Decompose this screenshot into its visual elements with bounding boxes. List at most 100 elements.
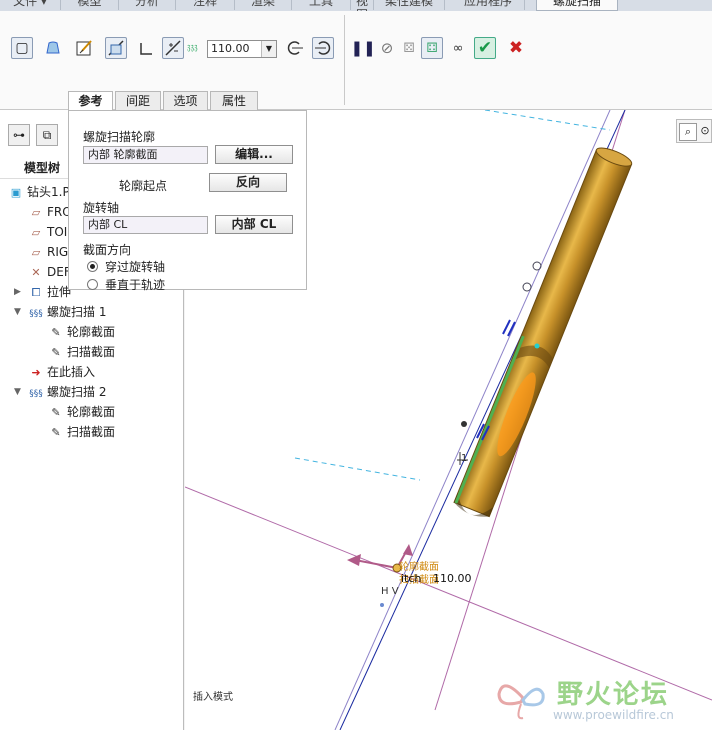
pitch-dimension[interactable]: 110.00 [433, 572, 472, 585]
refit-icon: ⊙ [700, 124, 710, 137]
tab-pitch[interactable]: 间距 [115, 91, 161, 110]
drill-body [453, 147, 633, 518]
axis-line [334, 110, 611, 730]
surface-icon [46, 41, 60, 54]
tab-references[interactable]: 参考 [68, 91, 113, 111]
pitch-dropdown-arrow-icon[interactable]: ▼ [261, 41, 276, 57]
tab-annotate[interactable]: 注释 [176, 0, 235, 10]
view-toolbar: ⌕ ⊙ [676, 119, 712, 143]
tree-item-profile-section-2[interactable]: ✎ 轮廓截面 [48, 403, 115, 421]
flip-button[interactable]: 反向 [209, 173, 287, 192]
tab-render[interactable]: 渲染 [235, 0, 292, 10]
sketch-icon: ✎ [51, 426, 61, 439]
extrude-icon: ⧠ [31, 286, 41, 299]
preview-button[interactable]: ⚄ [398, 37, 420, 59]
tab-properties[interactable]: 属性 [210, 91, 258, 110]
helix-point-marker [532, 261, 542, 271]
axis-value: 内部 CL [88, 218, 128, 231]
helical-icon: §§§ [29, 309, 43, 319]
radio-through-axis-label[interactable]: 穿过旋转轴 [105, 258, 165, 275]
tree-item-profile-section[interactable]: ✎ 轮廓截面 [48, 323, 115, 341]
tree-item-helical-sweep-1[interactable]: §§§ 螺旋扫描 1 [28, 303, 106, 321]
radio-through-axis[interactable] [87, 261, 98, 272]
surface-button[interactable] [42, 37, 64, 59]
layers-icon: ⧉ [42, 128, 52, 142]
left-hand-button[interactable] [284, 37, 306, 59]
sketch-icon: ✎ [51, 326, 61, 339]
tree-item-part[interactable]: ▣ 钻头1.P [8, 183, 70, 201]
tree-item-insert-here[interactable]: ➜ 在此插入 [28, 363, 95, 381]
tree-item-right[interactable]: ▱ RIG [28, 243, 68, 261]
solid-button[interactable]: ▢ [11, 37, 33, 59]
tab-options[interactable]: 选项 [163, 91, 208, 110]
sketch-icon [76, 40, 92, 56]
pitch-input[interactable]: 110.00 ▼ [207, 40, 277, 58]
solid-icon: ▢ [15, 40, 29, 56]
tree-item-helical-sweep-2[interactable]: §§§ 螺旋扫描 2 [28, 383, 106, 401]
verify-icon: ⚃ [426, 40, 438, 56]
axis-collector[interactable]: 内部 CL [83, 216, 208, 234]
tab-flexible-modeling[interactable]: 柔性建模 [374, 0, 445, 10]
tree-item-sweep-section-2[interactable]: ✎ 扫描截面 [48, 423, 115, 441]
pitch-flip-button[interactable] [162, 37, 184, 59]
plane-icon: ▱ [31, 226, 41, 239]
model-tree-tab[interactable]: ⊶ [8, 124, 30, 146]
pitch-prefix-label: itch [401, 572, 422, 585]
tree-icon: ⊶ [13, 128, 25, 142]
remove-material-button[interactable] [105, 37, 127, 59]
ok-button[interactable]: ✔ [474, 37, 496, 59]
glasses-preview-button[interactable]: ∞ [447, 37, 469, 59]
verify-button[interactable]: ⚃ [421, 37, 443, 59]
sketch-icon: ✎ [51, 406, 61, 419]
tree-item-extrude[interactable]: ⧠ 拉伸 [28, 283, 71, 301]
tree-item-label: 钻头1.P [27, 185, 70, 199]
tree-item-top[interactable]: ▱ TOI [28, 223, 68, 241]
references-panel: 螺旋扫描轮廓 内部 轮廓截面 编辑... 轮廓起点 反向 旋转轴 内部 CL 内… [68, 110, 307, 293]
right-hand-button[interactable] [312, 37, 334, 59]
right-hand-helix-icon [315, 41, 331, 55]
radio-normal-to-trajectory[interactable] [87, 279, 98, 290]
no-preview-icon: ⊘ [380, 39, 394, 57]
tab-model[interactable]: 模型 [61, 0, 119, 10]
status-text: 插入模式 [193, 692, 233, 703]
tab-tools[interactable]: 工具 [292, 0, 351, 10]
no-preview-button[interactable]: ⊘ [376, 37, 398, 59]
zoom-button[interactable]: ⌕ [679, 123, 697, 141]
tree-item-label: 扫描截面 [67, 425, 116, 439]
tab-helical-sweep[interactable]: 螺旋扫描 [536, 0, 618, 11]
close-icon: ✖ [508, 38, 524, 58]
pitch-icon: 𝔷𝔷𝔷 [187, 42, 198, 53]
repaint-button[interactable]: ⊙ [697, 123, 712, 139]
cancel-button[interactable]: ✖ [505, 37, 527, 59]
pause-button[interactable]: ❚❚ [350, 37, 375, 59]
helix-point-marker [461, 421, 467, 427]
left-hand-helix-icon [287, 41, 303, 55]
tree-item-label: 螺旋扫描 1 [47, 305, 107, 319]
thicken-button[interactable] [135, 37, 157, 59]
glasses-icon: ∞ [452, 40, 464, 56]
start-arrow [354, 559, 398, 569]
layer-tree-tab[interactable]: ⧉ [36, 124, 58, 146]
part-icon: ▣ [10, 186, 22, 199]
collapse-arrow-icon[interactable]: ▼ [14, 387, 21, 397]
tree-item-sweep-section[interactable]: ✎ 扫描截面 [48, 343, 115, 361]
helical-icon: §§§ [29, 389, 43, 399]
tab-applications[interactable]: 应用程序 [452, 0, 525, 10]
collapse-arrow-icon[interactable]: ▼ [14, 307, 21, 317]
tree-item-front[interactable]: ▱ FRO [28, 203, 72, 221]
section-orientation-label: 截面方向 [83, 243, 132, 257]
tree-item-csys[interactable]: ✕ DEF [28, 263, 70, 281]
tab-view[interactable]: 视图 [351, 0, 374, 11]
tree-item-label: 在此插入 [47, 365, 96, 379]
sketch-button[interactable] [74, 37, 96, 59]
edit-button[interactable]: 编辑... [215, 145, 293, 164]
expand-arrow-icon[interactable]: ▶ [14, 287, 21, 297]
tab-analysis[interactable]: 分析 [119, 0, 176, 10]
ribbon-separator [344, 15, 345, 105]
sketch-icon: ✎ [51, 346, 61, 359]
radio-normal-label[interactable]: 垂直于轨迹 [105, 276, 165, 293]
internal-cl-button[interactable]: 内部 CL [215, 215, 293, 234]
magnifier-icon: ⌕ [684, 125, 692, 138]
tab-file[interactable]: 文件 ▾ [0, 0, 61, 10]
profile-collector[interactable]: 内部 轮廓截面 [83, 146, 208, 164]
